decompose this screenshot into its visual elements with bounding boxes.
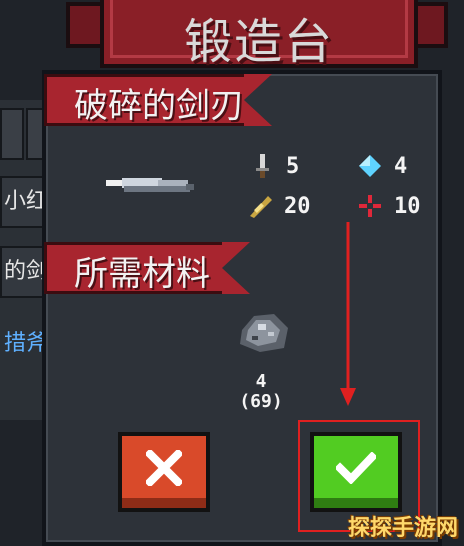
iron-ore-icon: [240, 314, 288, 352]
item-name: 破碎的剑刃: [74, 86, 244, 126]
stat-crystal: 4: [356, 152, 407, 180]
feather-speed-icon: [250, 196, 272, 218]
material-owned: (69): [239, 391, 283, 412]
material-count: 4 (69): [226, 372, 296, 412]
page-title: 锻造台: [183, 14, 334, 70]
materials-ribbon: 所需材料: [44, 242, 250, 294]
background-tile: [0, 108, 24, 160]
annotation-arrow: [340, 222, 356, 406]
diamond-crystal-icon: [359, 155, 381, 177]
item-name-ribbon: 破碎的剑刃: [44, 74, 272, 126]
x-icon: [146, 449, 182, 486]
stat-value: 10: [394, 193, 421, 219]
sword-damage-icon: [256, 154, 269, 178]
crosshair-crit-icon: [359, 195, 381, 217]
title-banner: 锻造台: [100, 0, 418, 70]
stat-value: 5: [286, 153, 300, 179]
stat-value: 20: [284, 193, 311, 219]
watermark: 探探手游网: [347, 516, 458, 541]
stat-value: 4: [394, 153, 408, 179]
stat-speed: 20: [246, 192, 311, 220]
materials-label: 所需材料: [74, 254, 210, 294]
material-required: 4: [255, 371, 267, 392]
broken-blade-icon: [106, 178, 194, 192]
stat-damage: 5: [248, 152, 299, 180]
stat-critical: 10: [356, 192, 421, 220]
cancel-button[interactable]: [118, 432, 210, 512]
